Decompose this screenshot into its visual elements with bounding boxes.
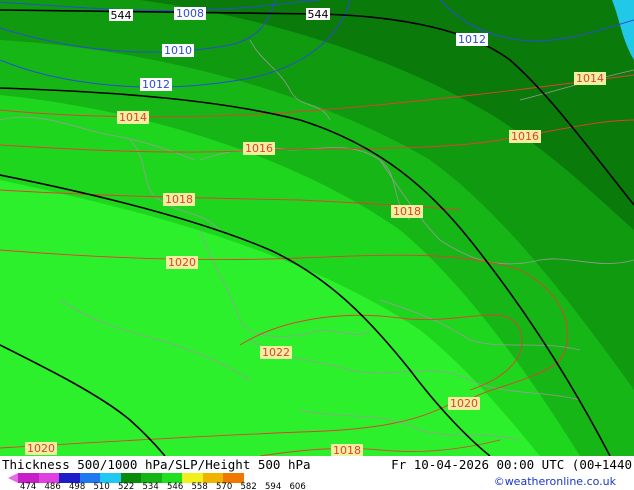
isobar-label: 1016 [245, 142, 273, 155]
scale-tick-label: 606 [289, 482, 306, 490]
scale-tick-label: 474 [20, 482, 37, 490]
isobar-label: 1020 [27, 442, 55, 455]
scale-tick-label: 582 [240, 482, 257, 490]
scale-tick-label: 510 [93, 482, 110, 490]
scale-arrow-icon [8, 473, 18, 483]
map-viewer: 544 544 1008 1010 1012 1012 1014 1014 10… [0, 0, 634, 490]
isobar-label: 1008 [176, 7, 204, 20]
scale-tick-label: 534 [142, 482, 159, 490]
isobar-label: 1018 [393, 205, 421, 218]
map-title: Thickness 500/1000 hPa/SLP/Height 500 hP… [2, 457, 311, 472]
isobar-label: 1014 [119, 111, 147, 124]
scale-tick-label: 498 [69, 482, 86, 490]
isobar-label: 1020 [168, 256, 196, 269]
scale-tick-label: 486 [44, 482, 61, 490]
map-footer: Thickness 500/1000 hPa/SLP/Height 500 hP… [0, 456, 634, 490]
scale-tick-label: 594 [265, 482, 282, 490]
isobar-label: 1014 [576, 72, 604, 85]
weather-map: 544 544 1008 1010 1012 1012 1014 1014 10… [0, 0, 634, 456]
height-label: 544 [308, 8, 329, 21]
scale-tick-label: 546 [167, 482, 184, 490]
isobar-label: 1022 [262, 346, 290, 359]
credit-link[interactable]: ©weatheronline.co.uk [494, 475, 616, 488]
isobar-label: 1018 [333, 444, 361, 456]
height-label: 544 [111, 9, 132, 22]
isobar-label: 1018 [165, 193, 193, 206]
isobar-label: 1020 [450, 397, 478, 410]
valid-time: Fr 10-04-2026 00:00 UTC (00+1440 [391, 457, 632, 472]
isobar-label: 1012 [142, 78, 170, 91]
isobar-label: 1012 [458, 33, 486, 46]
scale-tick-label: 570 [216, 482, 233, 490]
isobar-label: 1016 [511, 130, 539, 143]
scale-tick-label: 522 [118, 482, 135, 490]
scale-tick-label: 558 [191, 482, 208, 490]
isobar-label: 1010 [164, 44, 192, 57]
